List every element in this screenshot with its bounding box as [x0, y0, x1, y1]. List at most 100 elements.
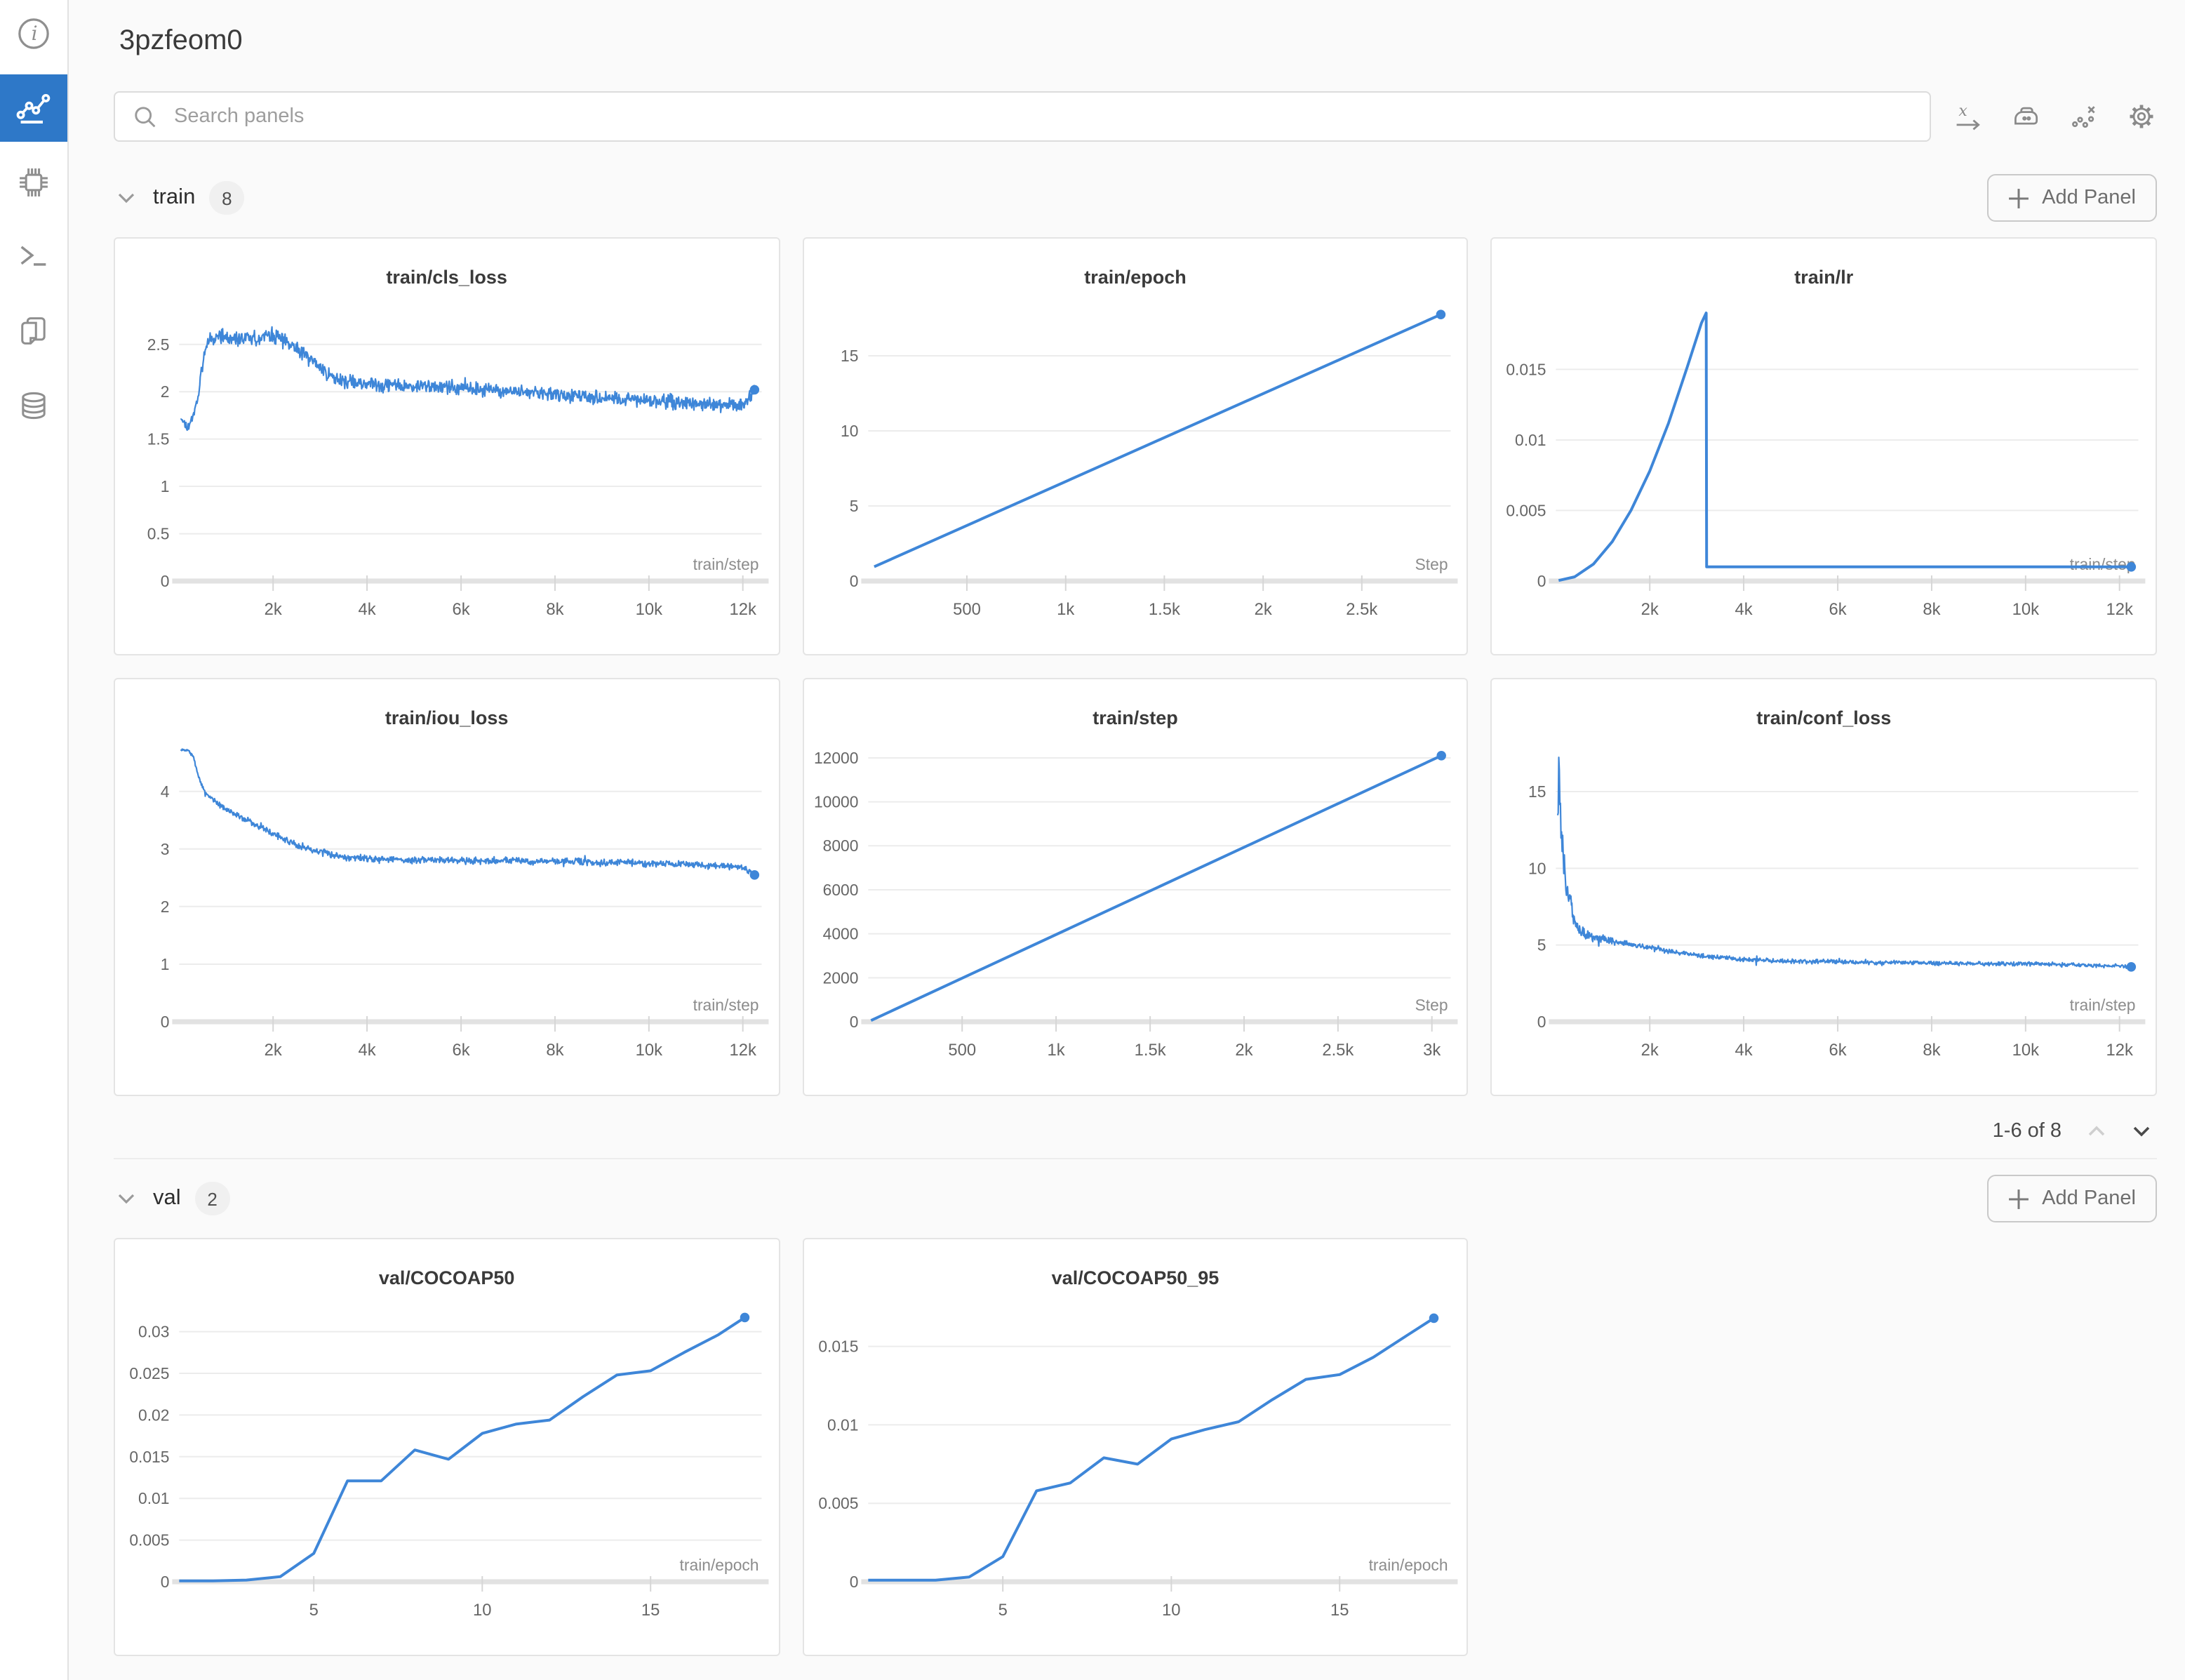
svg-text:0: 0 — [161, 1013, 170, 1031]
svg-text:4: 4 — [161, 782, 170, 801]
svg-text:10000: 10000 — [813, 793, 857, 811]
x-axis-label: train/step — [693, 996, 759, 1014]
svg-text:1: 1 — [161, 955, 170, 973]
svg-text:5: 5 — [849, 497, 858, 515]
section-train-header[interactable]: train 8 Add Panel — [114, 173, 2157, 223]
line-chart[interactable]: 012342k4k6k8k10k12ktrain/step — [115, 733, 778, 1084]
svg-text:10k: 10k — [2012, 600, 2039, 619]
chip-icon — [15, 164, 52, 201]
svg-text:0: 0 — [849, 1013, 858, 1031]
files-icon — [15, 313, 52, 349]
line-chart[interactable]: 0200040006000800010000120005001k1.5k2k2.… — [803, 733, 1466, 1084]
svg-text:8k: 8k — [546, 600, 563, 619]
panel-title: train/conf_loss — [1492, 679, 2156, 728]
chevron-down-icon[interactable] — [114, 1186, 139, 1211]
svg-text:6k: 6k — [1829, 600, 1847, 619]
svg-text:500: 500 — [948, 1041, 976, 1060]
panel-title: train/step — [803, 679, 1466, 728]
line-chart-icon — [15, 90, 52, 126]
x-axis-icon[interactable]: x — [1953, 101, 1984, 132]
svg-text:10k: 10k — [636, 600, 662, 619]
panel-train/lr[interactable]: train/lr00.0050.010.0152k4k6k8k10k12ktra… — [1491, 237, 2157, 655]
panel-train/iou_loss[interactable]: train/iou_loss012342k4k6k8k10k12ktrain/s… — [114, 678, 780, 1096]
svg-text:0.005: 0.005 — [1506, 501, 1546, 519]
x-axis-label: train/epoch — [680, 1556, 759, 1574]
svg-text:10k: 10k — [636, 1041, 662, 1060]
svg-text:2: 2 — [161, 898, 170, 916]
svg-text:2k: 2k — [1254, 600, 1271, 619]
panel-train/cls_loss[interactable]: train/cls_loss00.511.522.52k4k6k8k10k12k… — [114, 237, 780, 655]
panel-train/epoch[interactable]: train/epoch0510155001k1.5k2k2.5kStep — [802, 237, 1468, 655]
sidebar-item-charts[interactable] — [0, 74, 67, 142]
panel-title: train/lr — [1492, 239, 2156, 288]
sidebar-item-system[interactable] — [0, 149, 67, 216]
search-panels-input[interactable] — [171, 104, 1913, 129]
svg-text:0: 0 — [161, 572, 170, 590]
plus-icon — [2008, 1188, 2029, 1209]
panel-title: val/COCOAP50 — [115, 1239, 778, 1288]
svg-text:10k: 10k — [2012, 1041, 2039, 1060]
val-panels-grid: val/COCOAP50 00.0050.010.0150.020.0250.03… — [114, 1238, 2157, 1656]
svg-text:0.03: 0.03 — [138, 1323, 169, 1341]
svg-text:5: 5 — [1537, 936, 1546, 954]
svg-text:12k: 12k — [729, 1041, 756, 1060]
add-panel-button[interactable]: Add Panel — [1987, 174, 2157, 222]
add-panel-label: Add Panel — [2042, 1187, 2136, 1210]
line-chart[interactable]: 0510155001k1.5k2k2.5kStep — [803, 292, 1466, 643]
panel-val/COCOAP50[interactable]: val/COCOAP50 00.0050.010.0150.020.0250.03… — [114, 1238, 780, 1656]
sidebar-item-logs[interactable] — [0, 223, 67, 291]
svg-text:0: 0 — [849, 572, 858, 590]
svg-text:6k: 6k — [453, 1041, 470, 1060]
add-panel-button[interactable]: Add Panel — [1987, 1175, 2157, 1222]
svg-text:i: i — [32, 22, 38, 45]
svg-text:0: 0 — [849, 1573, 858, 1591]
svg-text:2000: 2000 — [822, 968, 858, 987]
panel-title: train/epoch — [803, 239, 1466, 288]
chevron-down-icon[interactable] — [114, 185, 139, 211]
sidebar-item-artifacts[interactable] — [0, 372, 67, 439]
svg-text:4k: 4k — [358, 600, 375, 619]
svg-text:2.5k: 2.5k — [1346, 600, 1377, 619]
panel-train/step[interactable]: train/step020004000600080001000012000500… — [802, 678, 1468, 1096]
svg-text:12000: 12000 — [813, 749, 857, 767]
line-chart[interactable]: 00.511.522.52k4k6k8k10k12ktrain/step — [115, 292, 778, 643]
svg-text:x: x — [1958, 102, 1967, 120]
svg-text:1: 1 — [161, 477, 170, 495]
svg-text:4k: 4k — [1735, 1041, 1753, 1060]
svg-text:2k: 2k — [1235, 1041, 1252, 1060]
svg-text:6k: 6k — [1829, 1041, 1847, 1060]
x-axis-label: Step — [1415, 555, 1448, 573]
smoothing-iron-icon[interactable] — [2011, 101, 2042, 132]
sidebar-item-overview[interactable]: i — [0, 0, 67, 67]
search-box[interactable] — [114, 91, 1931, 142]
section-train: train 8 Add Panel train/cls_loss00.511.5… — [114, 173, 2157, 1144]
svg-text:0.015: 0.015 — [818, 1338, 858, 1356]
line-chart[interactable]: 00.0050.010.0150.020.0250.0351015train/e… — [115, 1293, 778, 1644]
svg-text:4000: 4000 — [822, 925, 858, 943]
chevron-up-icon[interactable] — [2084, 1119, 2109, 1144]
svg-text:0.01: 0.01 — [1516, 431, 1546, 449]
svg-text:4k: 4k — [1735, 600, 1753, 619]
line-chart[interactable]: 0510152k4k6k8k10k12ktrain/step — [1492, 733, 2156, 1084]
svg-text:2.5k: 2.5k — [1322, 1041, 1354, 1060]
chevron-down-icon[interactable] — [2129, 1119, 2154, 1144]
svg-text:2k: 2k — [1641, 1041, 1659, 1060]
line-chart[interactable]: 00.0050.010.0152k4k6k8k10k12ktrain/step — [1492, 292, 2156, 643]
svg-text:6000: 6000 — [822, 881, 858, 899]
svg-text:1k: 1k — [1047, 1041, 1064, 1060]
svg-text:12k: 12k — [2106, 1041, 2133, 1060]
svg-text:5: 5 — [998, 1601, 1007, 1620]
panel-train/conf_loss[interactable]: train/conf_loss0510152k4k6k8k10k12ktrain… — [1491, 678, 2157, 1096]
outliers-icon[interactable] — [2069, 101, 2099, 132]
svg-text:6k: 6k — [453, 600, 470, 619]
section-val-header[interactable]: val 2 Add Panel — [114, 1173, 2157, 1224]
svg-text:15: 15 — [1529, 782, 1546, 801]
panel-val/COCOAP50_95[interactable]: val/COCOAP50_9500.0050.010.01551015train… — [802, 1238, 1468, 1656]
sidebar-item-files[interactable] — [0, 298, 67, 365]
svg-text:10: 10 — [1529, 859, 1546, 877]
train-panels-grid: train/cls_loss00.511.522.52k4k6k8k10k12k… — [114, 237, 2157, 1096]
line-chart[interactable]: 00.0050.010.01551015train/epoch — [803, 1293, 1466, 1644]
svg-text:2.5: 2.5 — [147, 335, 170, 354]
svg-text:4k: 4k — [358, 1041, 375, 1060]
settings-gear-icon[interactable] — [2126, 101, 2157, 132]
